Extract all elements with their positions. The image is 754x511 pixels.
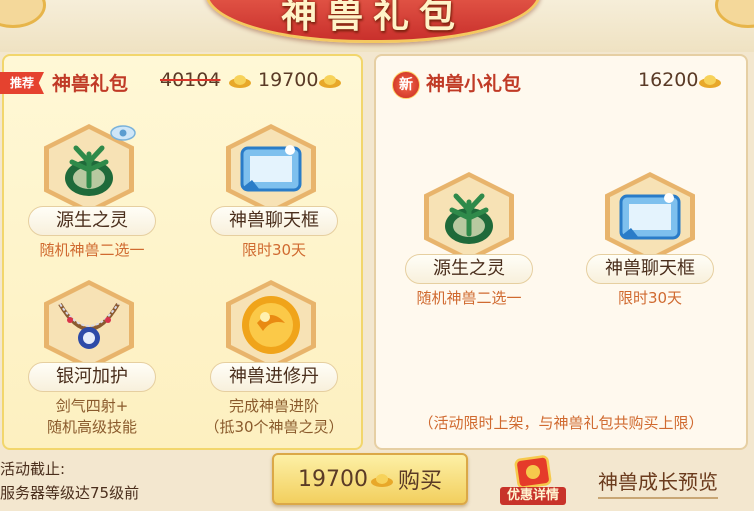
buy-label: 购买 xyxy=(397,469,442,494)
item-desc: 限时30天 xyxy=(241,241,307,259)
package-title: 神兽小礼包 xyxy=(426,73,522,95)
promo-details-button[interactable]: 优惠详情 xyxy=(500,455,566,507)
item-desc: 随机神兽二选一 xyxy=(416,289,522,307)
item-desc: 随机高级技能 xyxy=(46,418,137,436)
deadline-label: 活动截止: xyxy=(0,460,66,478)
recommend-badge: 推荐 xyxy=(0,72,44,94)
page-title: 神兽礼包 xyxy=(280,0,465,36)
gold-ingot-icon xyxy=(699,75,721,88)
gold-ingot-icon xyxy=(319,75,341,88)
item-label: 银河加护 xyxy=(28,362,156,392)
item-label: 神兽聊天框 xyxy=(210,206,338,236)
package-price: 19700 xyxy=(258,69,319,91)
galaxy-necklace-icon xyxy=(58,302,120,349)
gold-ingot-icon xyxy=(229,75,251,88)
item-frame[interactable] xyxy=(44,280,134,370)
green-spirit-icon xyxy=(445,193,493,244)
item-label: 源生之灵 xyxy=(28,206,156,236)
golden-pill-icon xyxy=(242,296,300,354)
item-label: 源生之灵 xyxy=(405,254,533,284)
limit-note: （活动限时上架，与神兽礼包共购买上限） xyxy=(418,414,704,432)
deadline-value: 服务器等级达75级前 xyxy=(0,484,140,502)
growth-preview-link[interactable]: 神兽成长预览 xyxy=(598,466,718,499)
item-desc: 限时30天 xyxy=(617,289,683,307)
item-desc: 剑气四射+ xyxy=(55,397,129,415)
gift-package-panel[interactable]: 推荐 神兽礼包 40104 19700 源生之灵 随机神兽二选一 神兽聊天框 限… xyxy=(0,54,363,450)
buy-price: 19700 xyxy=(297,466,368,492)
original-price: 40104 xyxy=(160,69,221,91)
item-frame[interactable] xyxy=(424,172,514,262)
item-desc: （抵30个神兽之灵） xyxy=(204,418,344,436)
green-spirit-icon xyxy=(65,145,113,196)
item-label: 神兽聊天框 xyxy=(586,254,714,284)
promo-label: 优惠详情 xyxy=(500,487,566,505)
item-desc: 随机神兽二选一 xyxy=(39,241,145,259)
new-badge: 新 xyxy=(392,71,420,99)
item-label: 神兽进修丹 xyxy=(210,362,338,392)
item-frame[interactable] xyxy=(226,280,316,370)
item-desc: 完成神兽进阶 xyxy=(228,397,319,415)
chat-frame-icon xyxy=(240,145,302,192)
preview-eye-icon[interactable] xyxy=(110,124,136,142)
discount-tag-icon xyxy=(514,455,552,489)
package-price: 16200 xyxy=(638,69,699,91)
item-frame[interactable] xyxy=(226,124,316,214)
buy-button[interactable]: 19700 购买 xyxy=(272,453,468,505)
item-frame[interactable] xyxy=(605,172,695,262)
gold-ingot-icon xyxy=(370,474,393,487)
small-gift-package-panel[interactable]: 新 神兽小礼包 16200 源生之灵 随机神兽二选一 神兽聊天框 限时30天 （… xyxy=(374,54,748,450)
package-title: 神兽礼包 xyxy=(52,73,129,95)
chat-frame-icon xyxy=(619,193,681,240)
